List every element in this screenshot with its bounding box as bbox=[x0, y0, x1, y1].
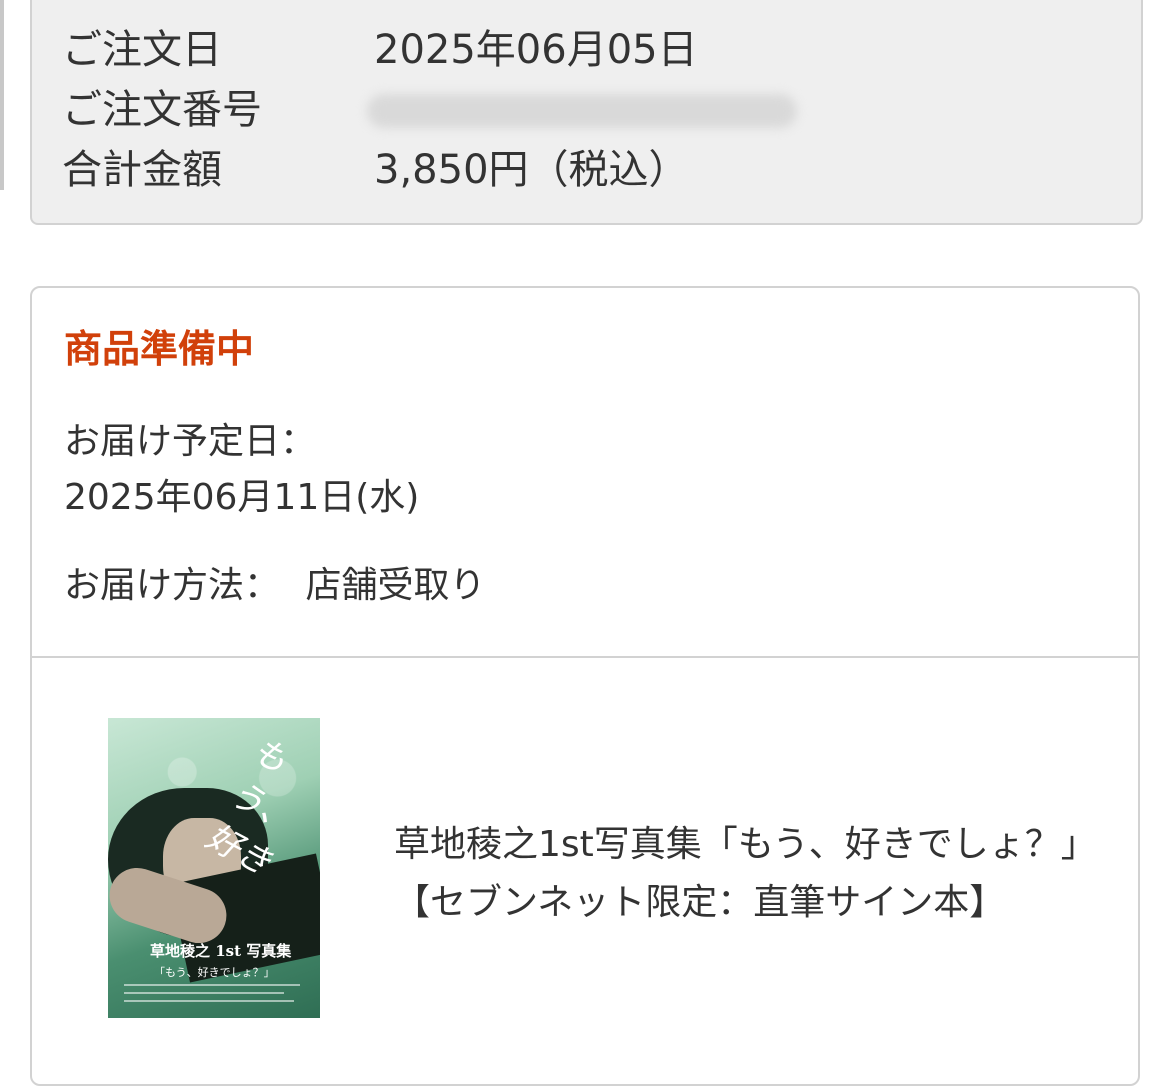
delivery-method-label: お届け方法： bbox=[64, 565, 281, 606]
order-date-value: 2025年06月05日 bbox=[374, 27, 698, 73]
page-edge bbox=[0, 0, 4, 190]
total-value: 3,850円（税込） bbox=[374, 147, 689, 193]
status-title: 商品準備中 bbox=[64, 327, 255, 371]
product-name-link[interactable]: 草地稜之1st写真集「もう、好きでしょ？」【セブンネット限定：直筆サイン本】 bbox=[394, 816, 1114, 932]
cover-fine-print bbox=[124, 1000, 294, 1002]
delivery-date-value: 2025年06月11日(水) bbox=[64, 477, 420, 518]
cover-subtitle: 「もう、好きでしょ？」 bbox=[154, 966, 275, 979]
delivery-method-row: お届け方法： 店舗受取り bbox=[64, 556, 485, 608]
order-date-label: ご注文日 bbox=[62, 27, 222, 73]
cover-fine-print bbox=[124, 992, 284, 994]
delivery-method-value: 店舗受取り bbox=[305, 565, 486, 606]
order-number-label: ご注文番号 bbox=[62, 87, 262, 133]
cover-fine-print bbox=[124, 984, 300, 986]
order-number-redacted bbox=[367, 94, 797, 128]
order-summary-card: ご注文日 2025年06月05日 ご注文番号 合計金額 3,850円（税込） bbox=[30, 0, 1143, 225]
order-status-card: 商品準備中 お届け予定日： 2025年06月11日(水) お届け方法： 店舗受取… bbox=[30, 286, 1140, 1086]
delivery-date-label: お届け予定日： bbox=[64, 421, 317, 462]
product-cover-image[interactable]: もう、好き 草地稜之 1st 写真集 「もう、好きでしょ？」 bbox=[108, 718, 320, 1018]
cover-title: 草地稜之 1st 写真集 bbox=[150, 942, 292, 960]
total-label: 合計金額 bbox=[62, 147, 222, 193]
section-divider bbox=[32, 656, 1138, 658]
